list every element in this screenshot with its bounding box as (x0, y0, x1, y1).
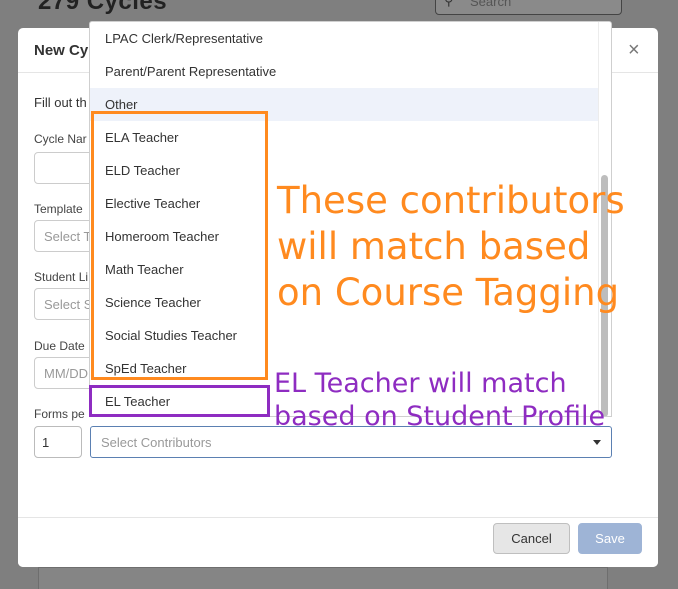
note-line: based on Student Profile (274, 401, 606, 432)
search-input[interactable]: ⚲ Search (435, 0, 622, 15)
background-table (38, 567, 608, 589)
note-line: EL Teacher will match (274, 368, 567, 399)
student-profile-note: EL Teacher will match based on Student P… (274, 367, 614, 433)
close-icon[interactable]: × (628, 40, 640, 60)
due-date-label: Due Date (34, 339, 85, 353)
modal-title: New Cy (34, 42, 89, 59)
search-icon: ⚲ (444, 0, 454, 8)
dropdown-option[interactable]: LPAC Clerk/Representative (90, 22, 598, 55)
course-tagging-highlight-box (91, 111, 268, 380)
save-button[interactable]: Save (578, 523, 642, 554)
dropdown-option[interactable]: Parent/Parent Representative (90, 55, 598, 88)
caret-down-icon[interactable] (593, 440, 601, 445)
template-label: Template (34, 202, 83, 216)
cycle-name-label: Cycle Nar (34, 132, 87, 146)
student-list-label: Student Li (34, 270, 89, 284)
cancel-button[interactable]: Cancel (493, 523, 570, 554)
student-profile-highlight-box (89, 385, 270, 417)
page-title: 279 Cycles (38, 0, 168, 15)
forms-per-label: Forms pe (34, 407, 85, 421)
due-date-placeholder: MM/DD (44, 366, 89, 381)
note-line: These contributors (277, 179, 625, 222)
note-line: on Course Tagging (277, 271, 620, 314)
note-line: will match based (277, 225, 591, 268)
template-placeholder: Select T (44, 229, 92, 244)
course-tagging-note: These contributors will match based on C… (277, 178, 625, 316)
intro-text: Fill out th (34, 95, 87, 110)
student-list-placeholder: Select S (44, 297, 93, 312)
search-placeholder: Search (470, 0, 512, 9)
forms-per-input[interactable]: 1 (34, 426, 82, 458)
contributors-placeholder: Select Contributors (101, 435, 212, 450)
